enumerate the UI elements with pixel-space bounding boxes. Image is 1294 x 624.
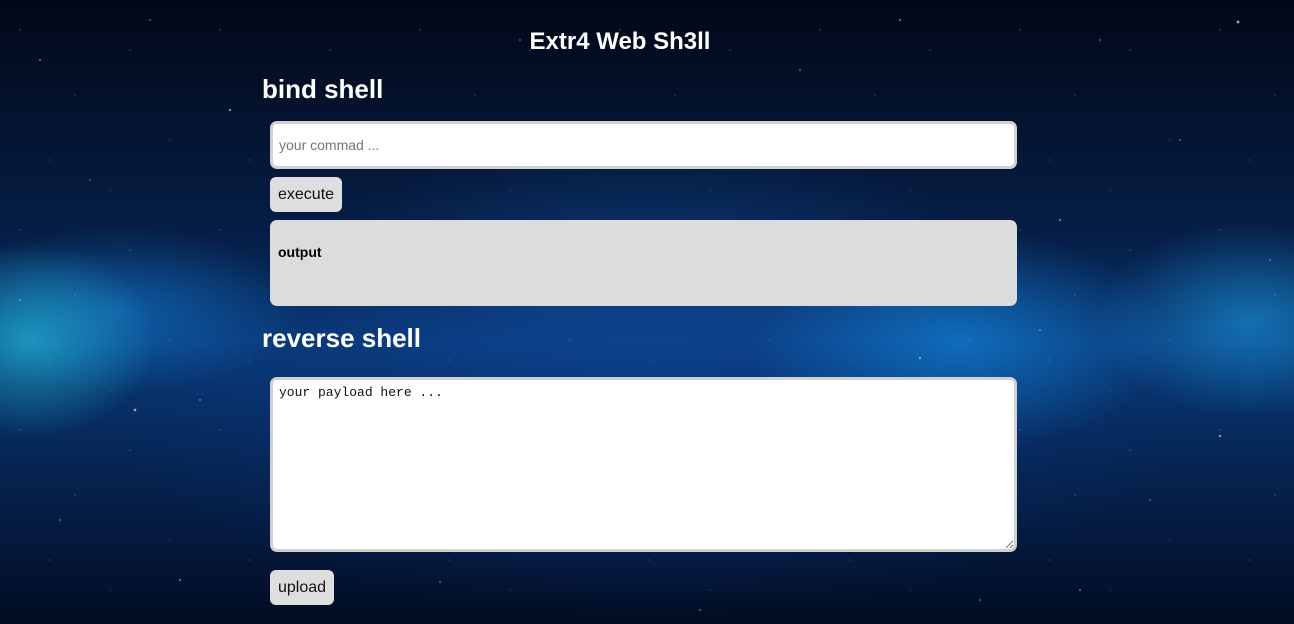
execute-button[interactable]: execute	[270, 177, 343, 212]
command-input[interactable]	[270, 121, 1017, 169]
reverse-shell-heading: reverse shell	[262, 323, 422, 353]
page-title: Extr4 Web Sh3ll	[529, 28, 711, 55]
upload-button[interactable]: upload	[270, 570, 335, 605]
payload-textarea[interactable]	[270, 377, 1017, 552]
page-container: Extr4 Web Sh3ll bind shell execute outpu…	[0, 0, 1294, 624]
bind-shell-heading: bind shell	[262, 74, 384, 104]
output-label: output	[278, 244, 322, 260]
output-panel: output	[270, 220, 1017, 306]
